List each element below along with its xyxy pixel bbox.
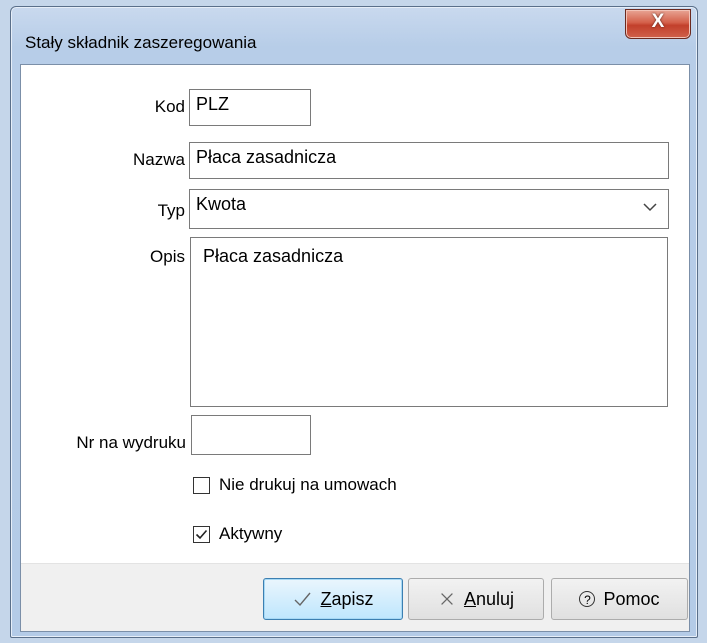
nr-na-wydruku-label: Nr na wydruku <box>76 433 186 452</box>
zapisz-mnemonic: Z <box>320 588 332 609</box>
aktywny-label[interactable]: Aktywny <box>219 524 282 544</box>
opis-label: Opis <box>150 247 185 266</box>
anuluj-label: nuluj <box>475 588 515 609</box>
aktywny-checkbox[interactable] <box>193 526 210 543</box>
opis-value: Płaca zasadnicza <box>203 246 344 266</box>
x-icon <box>441 593 453 605</box>
nazwa-input[interactable]: Płaca zasadnicza <box>189 142 669 179</box>
checkmark-icon <box>294 592 312 607</box>
window-title: Stały składnik zaszeregowania <box>25 33 257 52</box>
zapisz-label: apisz <box>331 588 374 609</box>
title-bar[interactable]: Stały składnik zaszeregowania X <box>11 7 697 65</box>
zapisz-button[interactable]: Zapisz <box>263 578 403 620</box>
button-bar: Zapisz Anuluj ? Pomoc <box>21 563 689 631</box>
nie-drukuj-checkbox[interactable] <box>193 477 210 494</box>
pomoc-button[interactable]: ? Pomoc <box>551 578 688 620</box>
nie-drukuj-label[interactable]: Nie drukuj na umowach <box>219 475 397 495</box>
kod-label: Kod <box>154 97 185 116</box>
dialog-client-area: Kod PLZ Nazwa Płaca zasadnicza Typ Kwota… <box>20 64 690 632</box>
kod-value: PLZ <box>196 94 230 114</box>
anuluj-button[interactable]: Anuluj <box>408 578 544 620</box>
typ-label: Typ <box>157 201 185 220</box>
nazwa-value: Płaca zasadnicza <box>196 147 337 167</box>
kod-input[interactable]: PLZ <box>189 89 311 126</box>
help-circle-icon: ? <box>579 591 596 607</box>
nr-na-wydruku-input[interactable] <box>191 415 311 455</box>
anuluj-mnemonic: A <box>463 588 476 609</box>
close-icon: X <box>651 11 665 32</box>
typ-value: Kwota <box>196 194 247 214</box>
nazwa-label: Nazwa <box>133 150 185 169</box>
pomoc-label: Pomoc <box>603 588 660 609</box>
chevron-down-icon[interactable] <box>642 199 658 215</box>
checkmark-icon <box>195 529 208 540</box>
opis-textarea[interactable]: Płaca zasadnicza <box>190 237 668 407</box>
typ-select[interactable]: Kwota <box>189 189 669 229</box>
dialog-window: Stały składnik zaszeregowania X Kod PLZ … <box>10 6 698 638</box>
close-button[interactable]: X <box>625 9 691 39</box>
